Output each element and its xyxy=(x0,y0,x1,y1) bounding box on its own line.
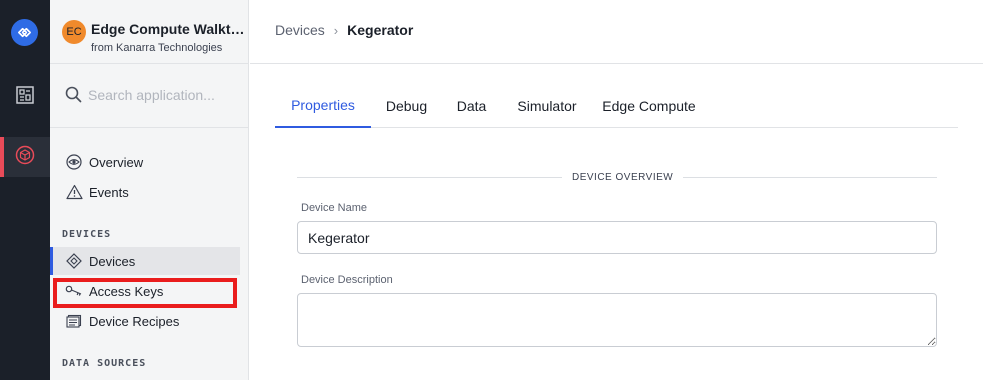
chevron-right-icon: › xyxy=(333,22,339,38)
device-description-label: Device Description xyxy=(301,274,393,286)
device-diamond-icon xyxy=(65,252,83,270)
sidebar-item-overview[interactable]: Overview xyxy=(50,148,240,176)
device-description-textarea[interactable] xyxy=(297,293,937,347)
rail-application[interactable] xyxy=(0,137,50,177)
dashboard-icon xyxy=(15,85,35,110)
sidebar-item-label: Events xyxy=(89,184,129,200)
tab-data[interactable]: Data xyxy=(449,84,494,128)
app-root: EC Edge Compute Walkthrough from Kanarra… xyxy=(0,0,983,380)
section-title: DEVICE OVERVIEW xyxy=(562,172,684,183)
application-cube-icon xyxy=(15,145,35,170)
section-label-data-sources: DATA SOURCES xyxy=(62,358,147,369)
rail-dashboards[interactable] xyxy=(0,77,50,117)
app-organization: from Kanarra Technologies xyxy=(91,42,223,54)
breadcrumb: Devices › Kegerator xyxy=(275,22,413,38)
sidebar-item-label: Devices xyxy=(89,253,136,269)
warning-icon xyxy=(65,183,83,201)
device-name-label: Device Name xyxy=(301,202,368,214)
breadcrumb-current: Kegerator xyxy=(347,22,414,38)
eye-icon xyxy=(65,153,83,171)
access-keys-highlight-box xyxy=(53,278,237,308)
device-tabs: Properties Debug Data Simulator Edge Com… xyxy=(275,84,958,128)
breadcrumb-devices-link[interactable]: Devices xyxy=(275,22,325,38)
tab-simulator[interactable]: Simulator xyxy=(508,84,586,128)
top-bar: Devices › Kegerator xyxy=(250,0,983,64)
sidebar-search xyxy=(50,64,249,128)
sidebar-item-events[interactable]: Events xyxy=(50,178,240,206)
tab-debug[interactable]: Debug xyxy=(378,84,435,128)
sidebar-item-label: Overview xyxy=(89,154,144,170)
app-title[interactable]: Edge Compute Walkthrough xyxy=(91,21,246,37)
tab-properties[interactable]: Properties xyxy=(275,84,371,128)
global-rail xyxy=(0,0,50,380)
app-sidebar: EC Edge Compute Walkthrough from Kanarra… xyxy=(50,0,249,380)
sidebar-item-label: Device Recipes xyxy=(89,313,180,329)
sidebar-item-devices[interactable]: Devices xyxy=(50,247,240,275)
losant-logo-icon[interactable] xyxy=(11,19,38,46)
search-icon xyxy=(65,86,82,108)
recipe-icon xyxy=(65,312,83,330)
device-name-input[interactable] xyxy=(297,221,937,254)
tab-edge-compute[interactable]: Edge Compute xyxy=(599,84,699,128)
section-label-devices: DEVICES xyxy=(62,229,112,240)
search-input[interactable] xyxy=(88,84,238,106)
application-header[interactable]: EC Edge Compute Walkthrough from Kanarra… xyxy=(50,0,249,64)
sidebar-item-device-recipes[interactable]: Device Recipes xyxy=(50,307,240,335)
app-avatar: EC xyxy=(62,20,86,44)
